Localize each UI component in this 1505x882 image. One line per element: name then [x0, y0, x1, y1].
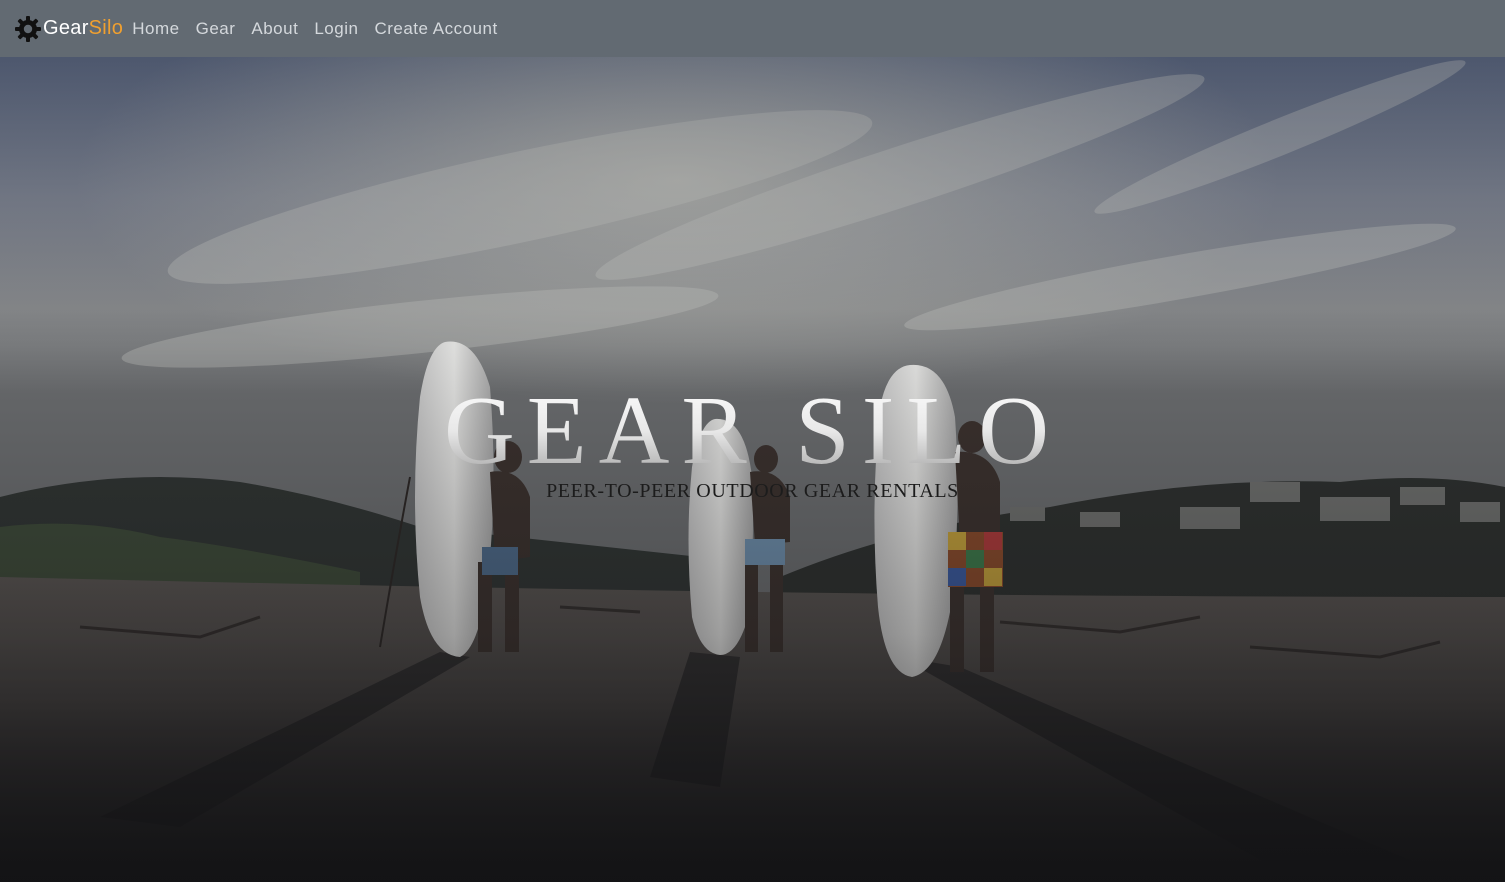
brand-name-primary: Gear — [43, 17, 89, 39]
nav-link-home[interactable]: Home — [132, 19, 179, 39]
hero-section: GEAR SILO PEER-TO-PEER OUTDOOR GEAR RENT… — [0, 57, 1505, 882]
brand-logo-link[interactable]: GearSilo — [14, 15, 123, 43]
hero-title: GEAR SILO — [0, 375, 1505, 487]
gear-icon — [14, 15, 42, 43]
nav-link-create-account[interactable]: Create Account — [374, 19, 497, 39]
brand-name: GearSilo — [43, 17, 123, 40]
nav-link-gear[interactable]: Gear — [196, 19, 236, 39]
top-navbar: GearSilo Home Gear About Login Create Ac… — [0, 0, 1505, 57]
nav-link-about[interactable]: About — [251, 19, 298, 39]
hero-subtitle: PEER-TO-PEER OUTDOOR GEAR RENTALS — [546, 480, 959, 502]
brand-name-accent: Silo — [88, 17, 124, 39]
nav-link-login[interactable]: Login — [314, 19, 358, 39]
